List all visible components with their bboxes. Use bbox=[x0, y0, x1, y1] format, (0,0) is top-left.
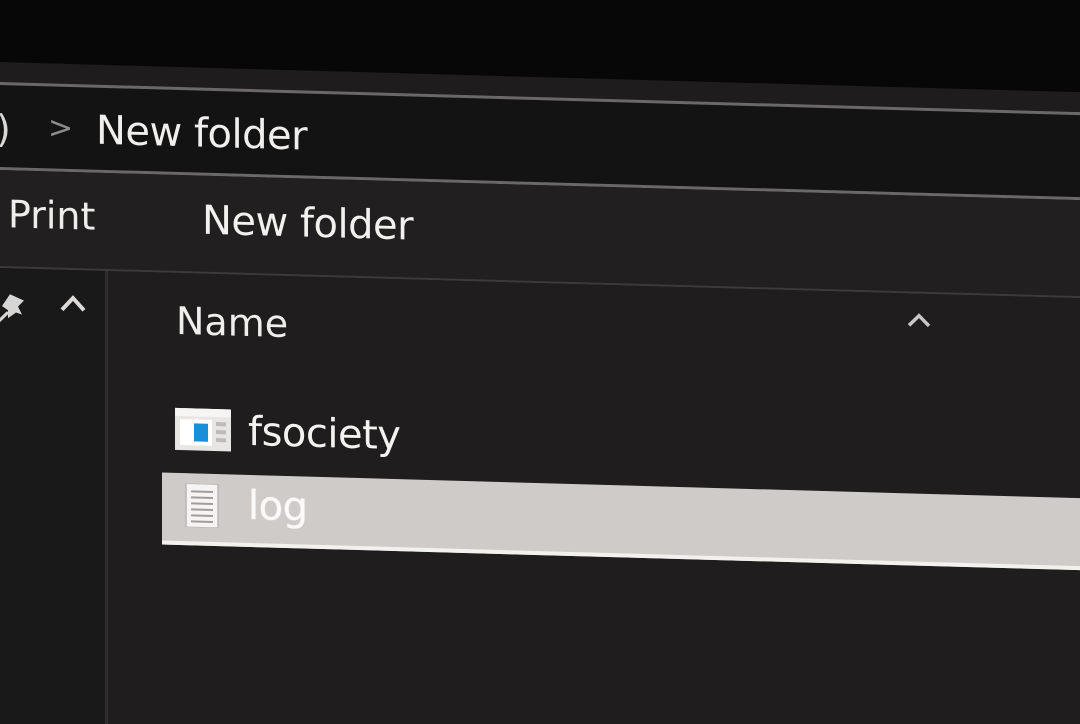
breadcrumb-separator-icon[interactable]: > bbox=[48, 110, 73, 146]
text-document-icon bbox=[185, 482, 219, 529]
breadcrumb-current-folder[interactable]: New folder bbox=[96, 108, 307, 160]
window-file-icon bbox=[175, 407, 231, 452]
file-list-pane: Name fsociety log bbox=[108, 271, 1080, 724]
navigation-pane bbox=[0, 268, 108, 724]
file-name-label: log bbox=[248, 482, 308, 531]
column-header-name[interactable]: Name bbox=[176, 299, 288, 346]
screen: ) > New folder Print New folder Name fso… bbox=[0, 0, 1080, 724]
breadcrumb-truncated[interactable]: ) bbox=[0, 107, 11, 151]
new-folder-button[interactable]: New folder bbox=[202, 198, 413, 250]
file-name-label: fsociety bbox=[248, 408, 401, 460]
pin-icon[interactable] bbox=[0, 288, 32, 325]
file-explorer-window: ) > New folder Print New folder Name fso… bbox=[0, 62, 1080, 724]
chevron-up-icon[interactable] bbox=[904, 309, 934, 330]
print-button[interactable]: Print bbox=[8, 192, 95, 238]
chevron-up-icon[interactable] bbox=[58, 290, 88, 317]
